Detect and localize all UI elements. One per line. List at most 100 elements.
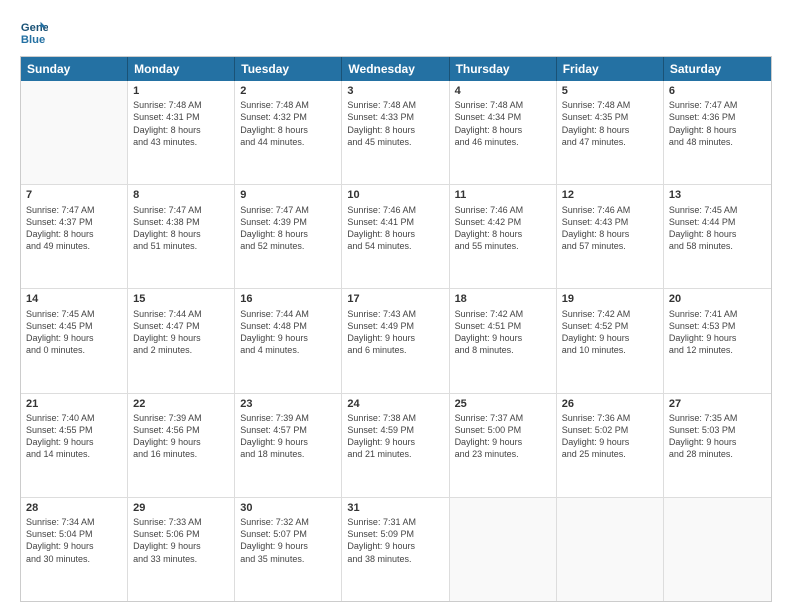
- calendar-body: 1Sunrise: 7:48 AMSunset: 4:31 PMDaylight…: [21, 81, 771, 601]
- day-number: 22: [133, 397, 229, 411]
- cell-details: Sunrise: 7:42 AMSunset: 4:51 PMDaylight:…: [455, 308, 551, 357]
- cell-details: Sunrise: 7:48 AMSunset: 4:31 PMDaylight:…: [133, 99, 229, 148]
- cell-details: Sunrise: 7:46 AMSunset: 4:42 PMDaylight:…: [455, 204, 551, 253]
- calendar-row: 21Sunrise: 7:40 AMSunset: 4:55 PMDayligh…: [21, 394, 771, 498]
- calendar-cell: 10Sunrise: 7:46 AMSunset: 4:41 PMDayligh…: [342, 185, 449, 288]
- calendar-cell: 19 Sunrise: 7:42 AMSunset: 4:52 PMDayligh…: [557, 289, 664, 392]
- cell-details: Sunrise: 7:46 AMSunset: 4:41 PMDaylight:…: [347, 204, 443, 253]
- weekday-header: Friday: [557, 57, 664, 81]
- page: General Blue SundayMondayTuesdayWednesda…: [0, 0, 792, 612]
- calendar-cell: 29Sunrise: 7:33 AMSunset: 5:06 PMDayligh…: [128, 498, 235, 601]
- cell-details: Sunrise: 7:39 AMSunset: 4:57 PMDaylight:…: [240, 412, 336, 461]
- calendar-cell: 2Sunrise: 7:48 AMSunset: 4:32 PMDaylight…: [235, 81, 342, 184]
- day-number: 31: [347, 501, 443, 515]
- day-number: 23: [240, 397, 336, 411]
- day-number: 2: [240, 84, 336, 98]
- logo-icon: General Blue: [20, 18, 48, 46]
- cell-details: Sunrise: 7:41 AMSunset: 4:53 PMDaylight:…: [669, 308, 766, 357]
- calendar-cell: 15Sunrise: 7:44 AMSunset: 4:47 PMDayligh…: [128, 289, 235, 392]
- cell-details: Sunrise: 7:47 AMSunset: 4:39 PMDaylight:…: [240, 204, 336, 253]
- calendar-cell: 30Sunrise: 7:32 AMSunset: 5:07 PMDayligh…: [235, 498, 342, 601]
- day-number: 18: [455, 292, 551, 306]
- calendar-cell: 9 Sunrise: 7:47 AMSunset: 4:39 PMDaylight…: [235, 185, 342, 288]
- calendar-cell: 12Sunrise: 7:46 AMSunset: 4:43 PMDayligh…: [557, 185, 664, 288]
- day-number: 5: [562, 84, 658, 98]
- cell-details: Sunrise: 7:34 AMSunset: 5:04 PMDaylight:…: [26, 516, 122, 565]
- calendar-cell: 11 Sunrise: 7:46 AMSunset: 4:42 PMDayligh…: [450, 185, 557, 288]
- calendar-cell: 17 Sunrise: 7:43 AMSunset: 4:49 PMDayligh…: [342, 289, 449, 392]
- cell-details: Sunrise: 7:47 AMSunset: 4:38 PMDaylight:…: [133, 204, 229, 253]
- calendar-cell: 20 Sunrise: 7:41 AMSunset: 4:53 PMDayligh…: [664, 289, 771, 392]
- day-number: 7: [26, 188, 122, 202]
- cell-details: Sunrise: 7:45 AMSunset: 4:44 PMDaylight:…: [669, 204, 766, 253]
- calendar-cell: 23Sunrise: 7:39 AMSunset: 4:57 PMDayligh…: [235, 394, 342, 497]
- cell-details: Sunrise: 7:48 AMSunset: 4:32 PMDaylight:…: [240, 99, 336, 148]
- cell-details: Sunrise: 7:33 AMSunset: 5:06 PMDaylight:…: [133, 516, 229, 565]
- day-number: 27: [669, 397, 766, 411]
- day-number: 25: [455, 397, 551, 411]
- day-number: 8: [133, 188, 229, 202]
- calendar-row: 1Sunrise: 7:48 AMSunset: 4:31 PMDaylight…: [21, 81, 771, 185]
- day-number: 29: [133, 501, 229, 515]
- cell-details: Sunrise: 7:48 AMSunset: 4:34 PMDaylight:…: [455, 99, 551, 148]
- calendar-cell: 8 Sunrise: 7:47 AMSunset: 4:38 PMDaylight…: [128, 185, 235, 288]
- calendar-cell: 31Sunrise: 7:31 AMSunset: 5:09 PMDayligh…: [342, 498, 449, 601]
- cell-details: Sunrise: 7:47 AMSunset: 4:37 PMDaylight:…: [26, 204, 122, 253]
- calendar-row: 14 Sunrise: 7:45 AMSunset: 4:45 PMDayligh…: [21, 289, 771, 393]
- day-number: 6: [669, 84, 766, 98]
- weekday-header: Monday: [128, 57, 235, 81]
- day-number: 3: [347, 84, 443, 98]
- cell-details: Sunrise: 7:32 AMSunset: 5:07 PMDaylight:…: [240, 516, 336, 565]
- cell-details: Sunrise: 7:40 AMSunset: 4:55 PMDaylight:…: [26, 412, 122, 461]
- weekday-header: Sunday: [21, 57, 128, 81]
- day-number: 16: [240, 292, 336, 306]
- header: General Blue: [20, 18, 772, 46]
- calendar-cell: 24Sunrise: 7:38 AMSunset: 4:59 PMDayligh…: [342, 394, 449, 497]
- calendar-cell: 3Sunrise: 7:48 AMSunset: 4:33 PMDaylight…: [342, 81, 449, 184]
- calendar-cell: 27Sunrise: 7:35 AMSunset: 5:03 PMDayligh…: [664, 394, 771, 497]
- calendar-row: 7 Sunrise: 7:47 AMSunset: 4:37 PMDaylight…: [21, 185, 771, 289]
- calendar-cell: 1Sunrise: 7:48 AMSunset: 4:31 PMDaylight…: [128, 81, 235, 184]
- cell-details: Sunrise: 7:31 AMSunset: 5:09 PMDaylight:…: [347, 516, 443, 565]
- day-number: 12: [562, 188, 658, 202]
- day-number: 14: [26, 292, 122, 306]
- calendar-cell: 22Sunrise: 7:39 AMSunset: 4:56 PMDayligh…: [128, 394, 235, 497]
- weekday-header: Saturday: [664, 57, 771, 81]
- day-number: 24: [347, 397, 443, 411]
- day-number: 4: [455, 84, 551, 98]
- cell-details: Sunrise: 7:47 AMSunset: 4:36 PMDaylight:…: [669, 99, 766, 148]
- calendar-cell: 26Sunrise: 7:36 AMSunset: 5:02 PMDayligh…: [557, 394, 664, 497]
- cell-details: Sunrise: 7:38 AMSunset: 4:59 PMDaylight:…: [347, 412, 443, 461]
- cell-details: Sunrise: 7:43 AMSunset: 4:49 PMDaylight:…: [347, 308, 443, 357]
- calendar-cell: 18 Sunrise: 7:42 AMSunset: 4:51 PMDayligh…: [450, 289, 557, 392]
- day-number: 13: [669, 188, 766, 202]
- day-number: 19: [562, 292, 658, 306]
- calendar-cell: 6Sunrise: 7:47 AMSunset: 4:36 PMDaylight…: [664, 81, 771, 184]
- svg-text:General: General: [21, 22, 48, 34]
- calendar: SundayMondayTuesdayWednesdayThursdayFrid…: [20, 56, 772, 602]
- calendar-cell: 21Sunrise: 7:40 AMSunset: 4:55 PMDayligh…: [21, 394, 128, 497]
- calendar-cell: 16Sunrise: 7:44 AMSunset: 4:48 PMDayligh…: [235, 289, 342, 392]
- cell-details: Sunrise: 7:48 AMSunset: 4:33 PMDaylight:…: [347, 99, 443, 148]
- cell-details: Sunrise: 7:44 AMSunset: 4:47 PMDaylight:…: [133, 308, 229, 357]
- calendar-cell: [664, 498, 771, 601]
- day-number: 26: [562, 397, 658, 411]
- day-number: 30: [240, 501, 336, 515]
- calendar-cell: [21, 81, 128, 184]
- cell-details: Sunrise: 7:45 AMSunset: 4:45 PMDaylight:…: [26, 308, 122, 357]
- cell-details: Sunrise: 7:35 AMSunset: 5:03 PMDaylight:…: [669, 412, 766, 461]
- cell-details: Sunrise: 7:42 AMSunset: 4:52 PMDaylight:…: [562, 308, 658, 357]
- day-number: 9: [240, 188, 336, 202]
- cell-details: Sunrise: 7:39 AMSunset: 4:56 PMDaylight:…: [133, 412, 229, 461]
- weekday-header: Wednesday: [342, 57, 449, 81]
- cell-details: Sunrise: 7:37 AMSunset: 5:00 PMDaylight:…: [455, 412, 551, 461]
- day-number: 20: [669, 292, 766, 306]
- calendar-row: 28Sunrise: 7:34 AMSunset: 5:04 PMDayligh…: [21, 498, 771, 601]
- day-number: 21: [26, 397, 122, 411]
- day-number: 17: [347, 292, 443, 306]
- svg-text:Blue: Blue: [21, 34, 45, 46]
- weekday-header: Thursday: [450, 57, 557, 81]
- calendar-header: SundayMondayTuesdayWednesdayThursdayFrid…: [21, 57, 771, 81]
- day-number: 11: [455, 188, 551, 202]
- calendar-cell: 28Sunrise: 7:34 AMSunset: 5:04 PMDayligh…: [21, 498, 128, 601]
